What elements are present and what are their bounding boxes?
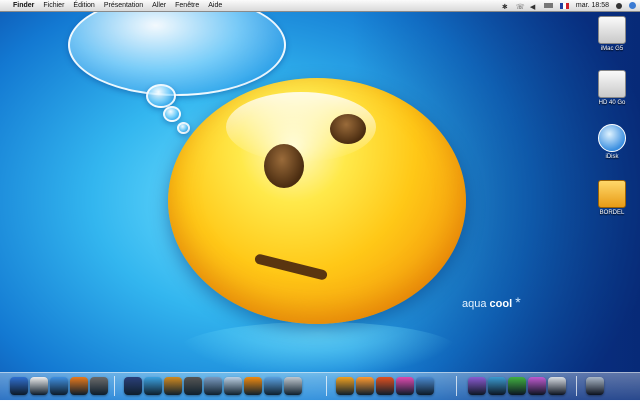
dock-safari-icon[interactable] bbox=[50, 377, 68, 395]
bluetooth-icon[interactable]: ✱ bbox=[502, 2, 509, 11]
menu-aller[interactable]: Aller bbox=[152, 0, 166, 11]
dock-itunes-icon[interactable] bbox=[144, 377, 162, 395]
brand-light: aqua bbox=[462, 298, 487, 310]
menu-fenetre[interactable]: Fenêtre bbox=[175, 0, 199, 11]
brand-bold: cool bbox=[489, 298, 513, 310]
dock-idvd-icon[interactable] bbox=[184, 377, 202, 395]
hard-drive-icon bbox=[598, 16, 626, 44]
folder-icon bbox=[598, 180, 626, 208]
dock-p-letter-icon[interactable] bbox=[488, 377, 506, 395]
dock-quicktime-icon[interactable] bbox=[224, 377, 242, 395]
dock-iphoto-icon[interactable] bbox=[204, 377, 222, 395]
phone-icon[interactable]: ☏ bbox=[516, 2, 525, 11]
battery-icon[interactable] bbox=[543, 3, 553, 8]
desktop-icon-label: HD 40 Go bbox=[598, 100, 626, 106]
dock-w-letter-icon[interactable] bbox=[468, 377, 486, 395]
menu-aide[interactable]: Aide bbox=[208, 0, 222, 11]
dock-script-icon[interactable] bbox=[90, 377, 108, 395]
french-flag-icon[interactable] bbox=[559, 2, 569, 9]
dock-separator bbox=[114, 376, 115, 396]
smiley-reflection bbox=[178, 322, 458, 378]
menu-fichier[interactable]: Fichier bbox=[43, 0, 64, 11]
desktop-icon-label: iMac G5 bbox=[600, 46, 624, 52]
volume-icon[interactable]: ◀ bbox=[530, 2, 537, 11]
thought-bubble-dot bbox=[177, 122, 190, 134]
dock-clock-icon[interactable] bbox=[30, 377, 48, 395]
menu-finder[interactable]: Finder bbox=[13, 0, 34, 11]
dock-separator bbox=[326, 376, 327, 396]
menu-edition[interactable]: Édition bbox=[73, 0, 94, 11]
dock-vlc-icon[interactable] bbox=[244, 377, 262, 395]
menu-presentation[interactable]: Présentation bbox=[104, 0, 143, 11]
user-icon[interactable] bbox=[616, 2, 622, 9]
smiley-face bbox=[168, 78, 466, 324]
wallpaper-brand: aqua cool * bbox=[462, 294, 521, 310]
dock-e-letter-icon[interactable] bbox=[528, 377, 546, 395]
dock-separator bbox=[456, 376, 457, 396]
dock-daisy-icon[interactable] bbox=[356, 377, 374, 395]
dock-mail-icon[interactable] bbox=[284, 377, 302, 395]
desktop-icon-imac-g5[interactable]: iMac G5 bbox=[584, 16, 640, 52]
hard-drive-icon bbox=[598, 70, 626, 98]
dock-imovie-icon[interactable] bbox=[164, 377, 182, 395]
brand-star: * bbox=[515, 294, 521, 310]
dock-photo-icon[interactable] bbox=[124, 377, 142, 395]
dock-downloads-icon[interactable] bbox=[548, 377, 566, 395]
menu-bar: Finder Fichier Édition Présentation Alle… bbox=[0, 0, 640, 12]
desktop-icon-hd-40-go[interactable]: HD 40 Go bbox=[584, 70, 640, 106]
idisk-icon bbox=[598, 124, 626, 152]
desktop-icon-label: BORDEL bbox=[599, 210, 625, 216]
dock-trash-icon[interactable] bbox=[586, 377, 604, 395]
desktop-icon-label: iDisk bbox=[605, 154, 619, 160]
desktop-icon-bordel[interactable]: BORDEL bbox=[584, 180, 640, 216]
spotlight-icon[interactable] bbox=[629, 2, 636, 9]
dock-firefox-icon[interactable] bbox=[70, 377, 88, 395]
dock-separator bbox=[576, 376, 577, 396]
desktop-wallpaper: aqua cool * bbox=[0, 0, 640, 400]
smiley-mouth bbox=[253, 253, 329, 281]
menu-clock[interactable]: mar. 18:58 bbox=[576, 0, 609, 11]
dock-finder-icon[interactable] bbox=[10, 377, 28, 395]
dock-app-blue-icon[interactable] bbox=[416, 377, 434, 395]
thought-bubble bbox=[68, 0, 286, 96]
dock-feather-icon[interactable] bbox=[376, 377, 394, 395]
dock-butterfly-icon[interactable] bbox=[396, 377, 414, 395]
dock-msn-icon[interactable] bbox=[508, 377, 526, 395]
smiley-left-eye bbox=[264, 144, 304, 188]
desktop-icon-idisk[interactable]: iDisk bbox=[584, 124, 640, 160]
dock-flower-icon[interactable] bbox=[336, 377, 354, 395]
thought-bubble-dot bbox=[146, 84, 176, 108]
dock-photoshop-icon[interactable] bbox=[264, 377, 282, 395]
smiley-right-eye bbox=[330, 114, 366, 144]
thought-bubble-dot bbox=[163, 106, 181, 122]
